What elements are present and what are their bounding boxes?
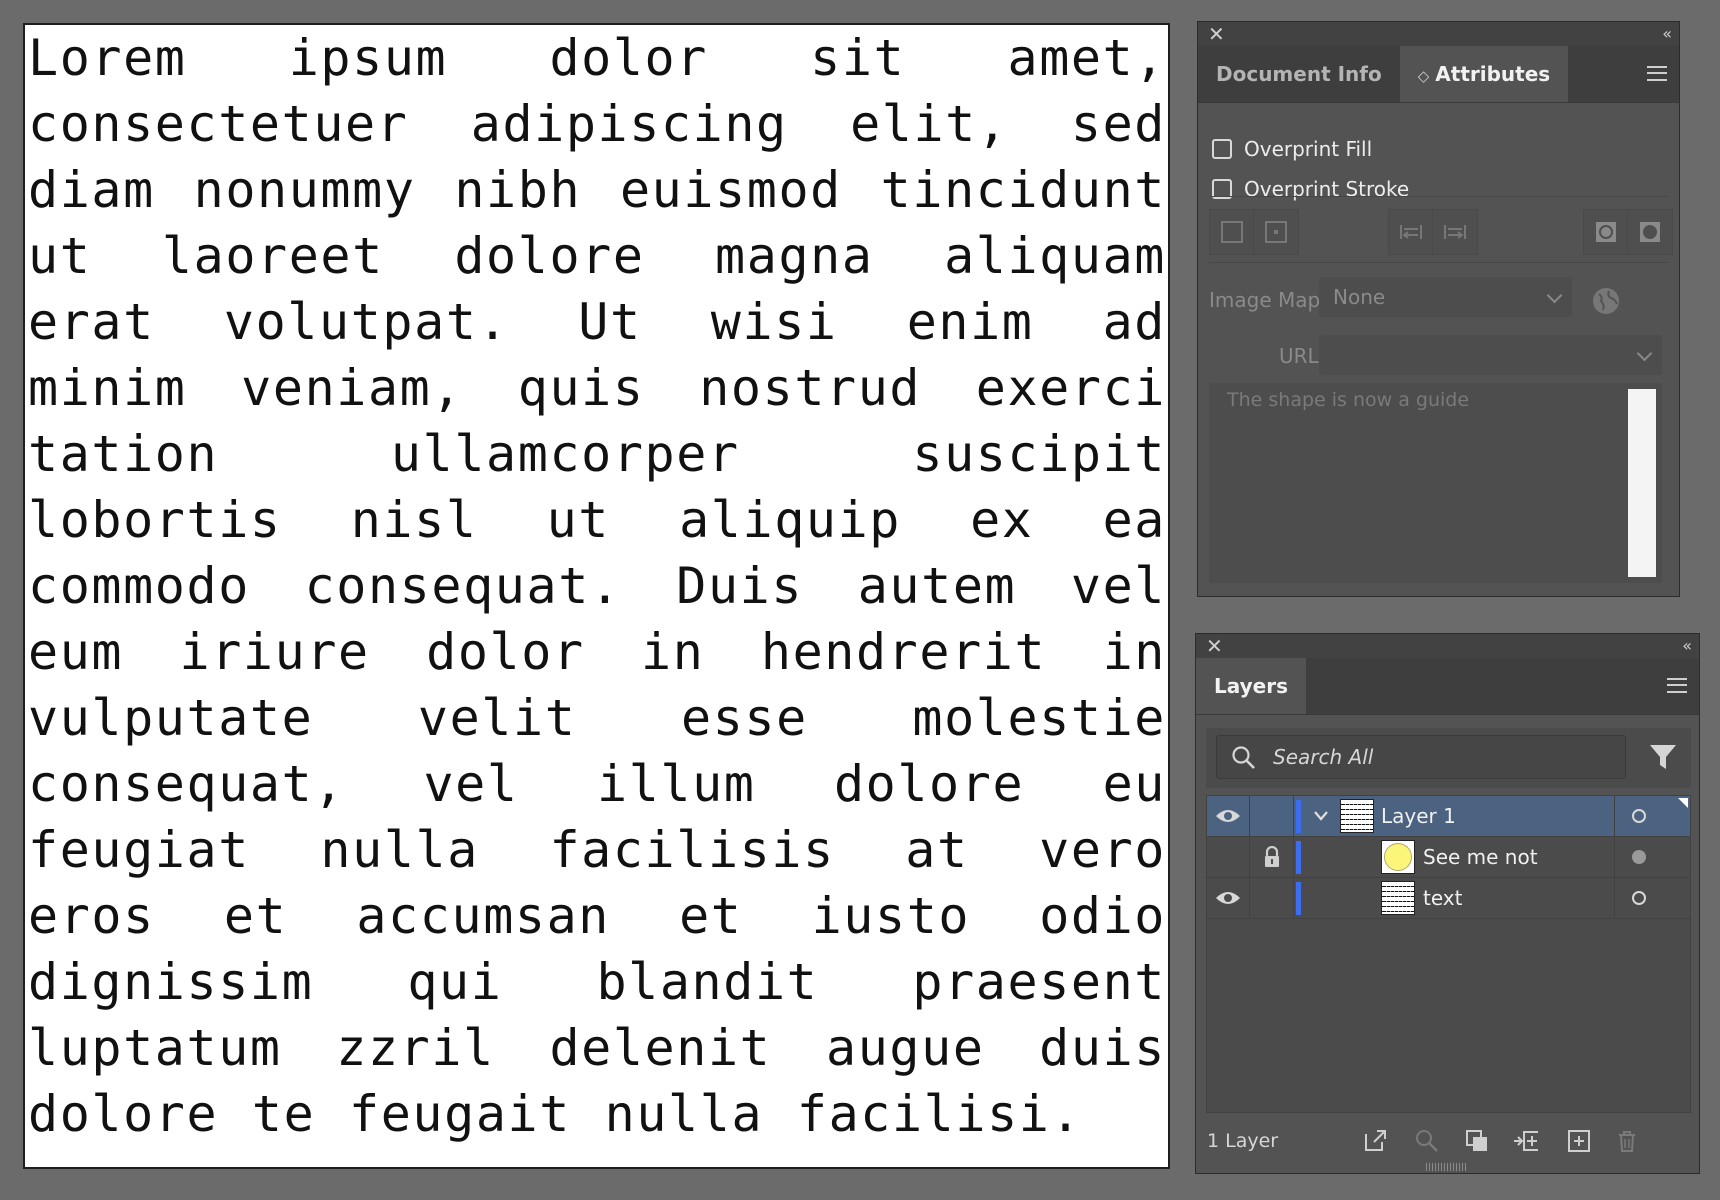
layer-color-bar bbox=[1296, 800, 1301, 833]
overprint-fill-label: Overprint Fill bbox=[1244, 137, 1373, 161]
visibility-toggle[interactable] bbox=[1207, 837, 1250, 877]
close-icon[interactable]: ✕ bbox=[1206, 635, 1223, 657]
path-direction-buttons bbox=[1388, 209, 1478, 255]
artboard[interactable]: Lorem ipsum dolor sit amet, consectetuer… bbox=[23, 23, 1170, 1169]
show-center-button[interactable] bbox=[1254, 210, 1298, 254]
visibility-toggle[interactable] bbox=[1207, 796, 1250, 836]
eye-icon bbox=[1216, 892, 1240, 904]
collect-for-export-icon[interactable] bbox=[1362, 1128, 1388, 1154]
panel-menu-icon[interactable] bbox=[1647, 66, 1667, 81]
search-icon bbox=[1232, 746, 1255, 769]
overprint-stroke-label: Overprint Stroke bbox=[1244, 177, 1410, 201]
panel-menu-icon[interactable] bbox=[1667, 678, 1687, 693]
layer-row[interactable]: Layer 1 bbox=[1207, 796, 1690, 837]
divider bbox=[1209, 262, 1668, 263]
nonzero-fill-icon bbox=[1595, 222, 1616, 242]
notes-textarea[interactable]: The shape is now a guide bbox=[1209, 383, 1662, 583]
target-icon[interactable] bbox=[1632, 809, 1646, 823]
create-new-layer-icon[interactable] bbox=[1566, 1128, 1592, 1154]
layer-thumbnail bbox=[1381, 881, 1415, 915]
updown-icon: ◇ bbox=[1417, 67, 1430, 85]
eye-icon bbox=[1216, 810, 1240, 822]
even-odd-fill-button[interactable] bbox=[1628, 210, 1672, 254]
dont-show-center-button[interactable] bbox=[1210, 210, 1254, 254]
layer-name[interactable]: text bbox=[1423, 878, 1462, 919]
layer-thumbnail bbox=[1381, 840, 1415, 874]
search-area bbox=[1206, 728, 1691, 788]
tab-layers[interactable]: Layers bbox=[1196, 658, 1306, 714]
tab-bar: Document Info ◇ Attributes bbox=[1198, 46, 1679, 103]
lock-toggle[interactable] bbox=[1250, 796, 1294, 836]
lock-toggle[interactable] bbox=[1250, 837, 1294, 877]
center-square-icon bbox=[1265, 221, 1287, 243]
layer-count: 1 Layer bbox=[1207, 1130, 1279, 1152]
overprint-fill-checkbox[interactable] bbox=[1212, 139, 1232, 159]
panel-titlebar[interactable]: ✕ ‹‹ bbox=[1196, 634, 1699, 658]
yellow-circle-thumbnail-icon bbox=[1384, 843, 1412, 871]
chevron-down-icon bbox=[1636, 345, 1653, 362]
chevron-down-icon bbox=[1546, 287, 1563, 304]
tab-attributes[interactable]: ◇ Attributes bbox=[1399, 46, 1569, 102]
layers-panel: ✕ ‹‹ Layers Search All Layer 1 See me no… bbox=[1195, 633, 1700, 1174]
even-odd-fill-icon bbox=[1640, 222, 1660, 242]
layer-row[interactable]: text bbox=[1207, 878, 1690, 919]
attributes-panel: ✕ ‹‹ Document Info ◇ Attributes Overprint… bbox=[1197, 21, 1680, 597]
globe-icon[interactable] bbox=[1591, 286, 1621, 316]
layer-row[interactable]: See me not bbox=[1207, 837, 1690, 878]
tab-bar: Layers bbox=[1196, 658, 1699, 715]
layer-thumbnail bbox=[1340, 799, 1374, 833]
url-dropdown[interactable] bbox=[1319, 335, 1662, 375]
artboard-text[interactable]: Lorem ipsum dolor sit amet, consectetuer… bbox=[25, 25, 1168, 1147]
search-box[interactable] bbox=[1216, 735, 1626, 779]
reverse-path-off-button[interactable] bbox=[1389, 210, 1433, 254]
lock-toggle[interactable] bbox=[1250, 878, 1294, 918]
make-clipping-mask-icon[interactable] bbox=[1464, 1128, 1490, 1154]
layer-list: Layer 1 See me not text bbox=[1206, 795, 1691, 1113]
collapse-icon[interactable]: ‹‹ bbox=[1662, 23, 1672, 45]
layer-color-bar bbox=[1296, 882, 1301, 915]
collapse-icon[interactable]: ‹‹ bbox=[1682, 635, 1692, 657]
tab-document-info[interactable]: Document Info bbox=[1198, 46, 1400, 102]
visibility-toggle[interactable] bbox=[1207, 878, 1250, 918]
close-icon[interactable]: ✕ bbox=[1208, 23, 1225, 45]
layers-footer: 1 Layer bbox=[1196, 1124, 1699, 1160]
selection-indicator bbox=[1678, 798, 1688, 808]
overprint-fill-row[interactable]: Overprint Fill bbox=[1212, 136, 1372, 162]
target-icon[interactable] bbox=[1632, 850, 1646, 864]
square-icon bbox=[1220, 221, 1243, 243]
chevron-down-icon[interactable] bbox=[1312, 809, 1330, 823]
resize-grip[interactable] bbox=[1426, 1163, 1466, 1171]
fill-rule-buttons bbox=[1583, 209, 1673, 255]
reverse-path-on-button[interactable] bbox=[1433, 210, 1477, 254]
locate-object-icon[interactable] bbox=[1414, 1128, 1440, 1154]
panel-titlebar[interactable]: ✕ ‹‹ bbox=[1198, 22, 1679, 46]
layer-name[interactable]: See me not bbox=[1423, 837, 1538, 878]
image-map-label: Image Map: bbox=[1209, 288, 1327, 312]
target-icon[interactable] bbox=[1632, 891, 1646, 905]
nonzero-fill-button[interactable] bbox=[1584, 210, 1628, 254]
image-map-value: None bbox=[1333, 285, 1386, 309]
center-point-buttons bbox=[1209, 209, 1299, 255]
reverse-path-on-icon bbox=[1444, 225, 1466, 239]
tab-attributes-label: Attributes bbox=[1435, 62, 1551, 86]
trash-icon[interactable] bbox=[1614, 1128, 1640, 1154]
notes-placeholder: The shape is now a guide bbox=[1227, 389, 1470, 411]
lock-icon bbox=[1265, 846, 1279, 867]
layer-color-bar bbox=[1296, 841, 1301, 874]
layer-name[interactable]: Layer 1 bbox=[1381, 796, 1456, 837]
notes-scrollbar[interactable] bbox=[1628, 389, 1656, 577]
divider bbox=[1209, 196, 1668, 197]
image-map-dropdown[interactable]: None bbox=[1319, 277, 1572, 317]
overprint-stroke-row[interactable]: Overprint Stroke bbox=[1212, 176, 1409, 202]
search-input[interactable] bbox=[1273, 736, 1613, 778]
filter-icon[interactable] bbox=[1648, 742, 1678, 772]
reverse-path-off-icon bbox=[1399, 225, 1422, 239]
create-sublayer-icon[interactable] bbox=[1512, 1128, 1538, 1154]
